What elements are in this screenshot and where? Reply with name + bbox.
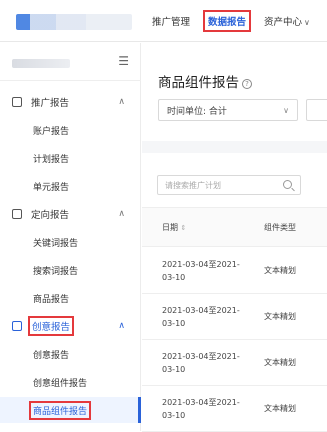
sidebar-item-keyword-report[interactable]: 关键词报告	[0, 229, 141, 255]
report-table-card: 日期 ⇕ 组件类型 2021-03-04至2021-03-10 文本精划 202…	[142, 153, 327, 432]
sidebar-group-targeting-report[interactable]: 定向报告 ∧	[0, 201, 141, 227]
cell-component-type: 文本精划	[264, 266, 296, 275]
table-row: 2021-03-04至2021-03-10 文本精划	[142, 248, 327, 294]
sidebar-item-unit-report[interactable]: 单元报告	[0, 173, 141, 199]
cell-component-type: 文本精划	[264, 358, 296, 367]
chevron-up-icon: ∧	[118, 321, 125, 331]
sidebar-header: ☰	[0, 43, 141, 81]
search-icon[interactable]	[283, 180, 292, 189]
time-unit-value: 时间单位: 合计	[167, 106, 227, 117]
sidebar-item-search-term-report[interactable]: 搜索词报告	[0, 257, 141, 283]
column-header-date[interactable]: 日期 ⇕	[162, 222, 186, 233]
column-header-label: 日期	[162, 222, 178, 232]
time-unit-select[interactable]: 时间单位: 合计 ∨	[158, 99, 298, 121]
main-content: 商品组件报告? 时间单位: 合计 ∨ 日期 ⇕ 组件类型 2021-03-04至…	[142, 43, 327, 432]
doc-icon	[12, 321, 22, 331]
cell-date: 2021-03-04至2021-03-10	[162, 352, 240, 374]
sidebar-item-creative-report[interactable]: 创意报告	[0, 341, 141, 367]
image-icon	[12, 97, 22, 107]
sidebar-item-label: 创意报告	[33, 350, 70, 361]
cell-date: 2021-03-04至2021-03-10	[162, 398, 240, 420]
sidebar-group-label: 定向报告	[31, 210, 70, 221]
sidebar-item-label: 商品报告	[33, 294, 70, 305]
chevron-down-icon: ∨	[304, 18, 310, 27]
list-icon	[12, 209, 22, 219]
table-row: 2021-03-04至2021-03-10 文本精划	[142, 386, 327, 432]
sidebar-item-label: 商品组件报告	[29, 400, 92, 420]
sidebar-item-creative-component-report[interactable]: 创意组件报告	[0, 369, 141, 395]
chevron-up-icon: ∧	[118, 97, 125, 107]
cell-component-type: 文本精划	[264, 312, 296, 321]
secondary-select[interactable]	[306, 99, 327, 121]
sidebar-group-label: 推广报告	[31, 98, 70, 109]
cell-component-type: 文本精划	[264, 404, 296, 413]
sort-icon[interactable]: ⇕	[181, 224, 187, 232]
sidebar-item-plan-report[interactable]: 计划报告	[0, 145, 141, 171]
sidebar-item-label: 计划报告	[33, 154, 70, 165]
sidebar-item-label: 账户报告	[33, 126, 70, 137]
topnav-data-report[interactable]: 数据报告	[203, 10, 252, 32]
search-input[interactable]	[165, 180, 275, 190]
sidebar-group-creative-report[interactable]: 创意报告 ∧	[0, 313, 141, 339]
cell-date: 2021-03-04至2021-03-10	[162, 306, 240, 328]
report-header-panel: 商品组件报告? 时间单位: 合计 ∨	[142, 43, 327, 141]
table-header: 日期 ⇕ 组件类型	[142, 207, 327, 247]
sidebar-item-label: 关键词报告	[33, 238, 79, 249]
help-icon[interactable]: ?	[242, 79, 252, 89]
sidebar-item-label: 单元报告	[33, 182, 70, 193]
page-title-text: 商品组件报告	[158, 75, 239, 91]
sidebar-item-account-report[interactable]: 账户报告	[0, 117, 141, 143]
app-logo	[16, 14, 132, 30]
sidebar: ☰ 推广报告 ∧ 账户报告 计划报告 单元报告 定向报告 ∧ 关键词报告 搜索词…	[0, 43, 141, 431]
sidebar-group-label: 创意报告	[28, 316, 75, 336]
search-box	[157, 175, 301, 195]
sidebar-item-product-report[interactable]: 商品报告	[0, 285, 141, 311]
sidebar-item-product-component-report[interactable]: 商品组件报告	[0, 397, 141, 423]
chevron-down-icon: ∨	[283, 105, 289, 115]
sidebar-item-label: 搜索词报告	[33, 266, 79, 277]
chevron-up-icon: ∧	[118, 209, 125, 219]
sidebar-item-label: 创意组件报告	[33, 378, 88, 389]
top-header: 推广管理 数据报告 资产中心 ∨	[0, 0, 327, 42]
topnav-assets[interactable]: 资产中心 ∨	[264, 14, 310, 28]
table-row: 2021-03-04至2021-03-10 文本精划	[142, 294, 327, 340]
column-header-component-type: 组件类型	[264, 222, 296, 232]
table-row: 2021-03-04至2021-03-10 文本精划	[142, 340, 327, 386]
cell-date: 2021-03-04至2021-03-10	[162, 260, 240, 282]
sidebar-group-promotion-report[interactable]: 推广报告 ∧	[0, 89, 141, 115]
topnav-promotion[interactable]: 推广管理	[152, 14, 190, 28]
account-name-blurred	[12, 59, 70, 68]
menu-fold-icon[interactable]: ☰	[118, 54, 129, 68]
topnav-assets-label: 资产中心	[264, 17, 303, 28]
top-nav: 推广管理 数据报告 资产中心 ∨	[152, 0, 327, 42]
page-title: 商品组件报告?	[158, 71, 252, 91]
